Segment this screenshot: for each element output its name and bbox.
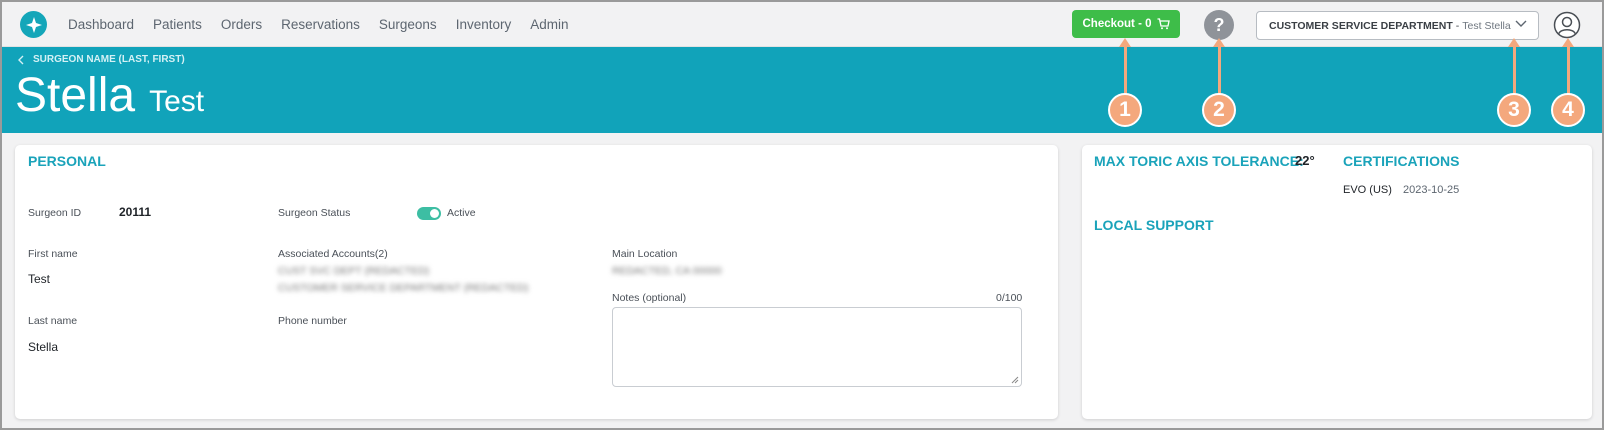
surgeon-id-label: Surgeon ID bbox=[28, 207, 82, 219]
notes-label: Notes (optional) bbox=[612, 292, 687, 304]
surgeon-status-toggle[interactable] bbox=[417, 207, 441, 220]
surgeon-status-value: Active bbox=[447, 207, 476, 219]
notes-counter: 0/100 bbox=[996, 292, 1023, 304]
personal-card: PERSONAL Surgeon ID 20111 Surgeon Status… bbox=[15, 145, 1058, 419]
surgeon-first-display: Stella bbox=[15, 69, 136, 122]
main-location-value: REDACTED, CA 00000 bbox=[612, 265, 722, 277]
nav-surgeons[interactable]: Surgeons bbox=[379, 17, 437, 32]
main-location-label: Main Location bbox=[612, 248, 678, 260]
user-profile-icon[interactable] bbox=[1553, 11, 1581, 39]
last-name-label: Last name bbox=[28, 315, 78, 327]
chevron-down-icon bbox=[1515, 20, 1527, 27]
nav-dashboard[interactable]: Dashboard bbox=[68, 17, 134, 32]
nav-reservations[interactable]: Reservations bbox=[281, 17, 360, 32]
department-name: CUSTOMER SERVICE DEPARTMENT bbox=[1269, 19, 1453, 32]
nav-patients[interactable]: Patients bbox=[153, 17, 202, 32]
surgeon-banner: SURGEON NAME (LAST, FIRST) Stella Test bbox=[2, 47, 1602, 133]
certification-date: 2023-10-25 bbox=[1403, 184, 1460, 196]
surgeon-status-label: Surgeon Status bbox=[278, 207, 351, 219]
phone-number-label: Phone number bbox=[278, 315, 347, 327]
local-support-title: LOCAL SUPPORT bbox=[1094, 217, 1214, 233]
associated-account-item[interactable]: CUSTOMER SERVICE DEPARTMENT (REDACTED) bbox=[278, 282, 528, 294]
last-name-value: Stella bbox=[28, 340, 59, 354]
department-user: Test Stella bbox=[1462, 19, 1511, 32]
resize-handle-icon[interactable] bbox=[1011, 376, 1019, 384]
nav-orders[interactable]: Orders bbox=[221, 17, 262, 32]
notes-textarea[interactable] bbox=[612, 307, 1022, 387]
checkout-label: Checkout - 0 bbox=[1082, 18, 1152, 30]
certification-name: EVO (US) bbox=[1343, 184, 1392, 196]
department-separator: - bbox=[1455, 19, 1460, 32]
top-navigation: Dashboard Patients Orders Reservations S… bbox=[2, 2, 1602, 47]
associated-account-item[interactable]: CUST SVC DEPT (REDACTED) bbox=[278, 265, 429, 277]
associated-accounts-label: Associated Accounts(2) bbox=[278, 248, 388, 260]
toric-tolerance-value: 22° bbox=[1295, 153, 1315, 168]
back-link[interactable]: SURGEON NAME (LAST, FIRST) bbox=[18, 54, 185, 65]
nav-inventory[interactable]: Inventory bbox=[456, 17, 512, 32]
surgeon-id-value: 20111 bbox=[119, 205, 152, 219]
nav-admin[interactable]: Admin bbox=[530, 17, 568, 32]
department-selector[interactable]: CUSTOMER SERVICE DEPARTMENT - Test Stell… bbox=[1256, 11, 1539, 40]
app-window: Dashboard Patients Orders Reservations S… bbox=[0, 0, 1604, 430]
cart-icon bbox=[1157, 18, 1170, 30]
chevron-left-icon bbox=[18, 55, 24, 64]
nav-links: Dashboard Patients Orders Reservations S… bbox=[68, 2, 587, 47]
help-icon: ? bbox=[1213, 14, 1225, 35]
checkout-button[interactable]: Checkout - 0 bbox=[1072, 10, 1180, 38]
first-name-value: Test bbox=[28, 272, 51, 286]
first-name-label: First name bbox=[28, 248, 78, 260]
help-button[interactable]: ? bbox=[1204, 10, 1234, 40]
surgeon-last-display: Test bbox=[149, 85, 205, 118]
toric-tolerance-label: MAX TORIC AXIS TOLERANCE: bbox=[1094, 153, 1304, 169]
certifications-title: CERTIFICATIONS bbox=[1343, 153, 1460, 169]
logo-icon[interactable] bbox=[20, 11, 47, 38]
personal-title: PERSONAL bbox=[28, 153, 106, 169]
details-card: MAX TORIC AXIS TOLERANCE: 22° CERTIFICAT… bbox=[1082, 145, 1592, 419]
surgeon-name-heading: Stella Test bbox=[15, 68, 204, 123]
back-link-label: SURGEON NAME (LAST, FIRST) bbox=[33, 54, 185, 65]
